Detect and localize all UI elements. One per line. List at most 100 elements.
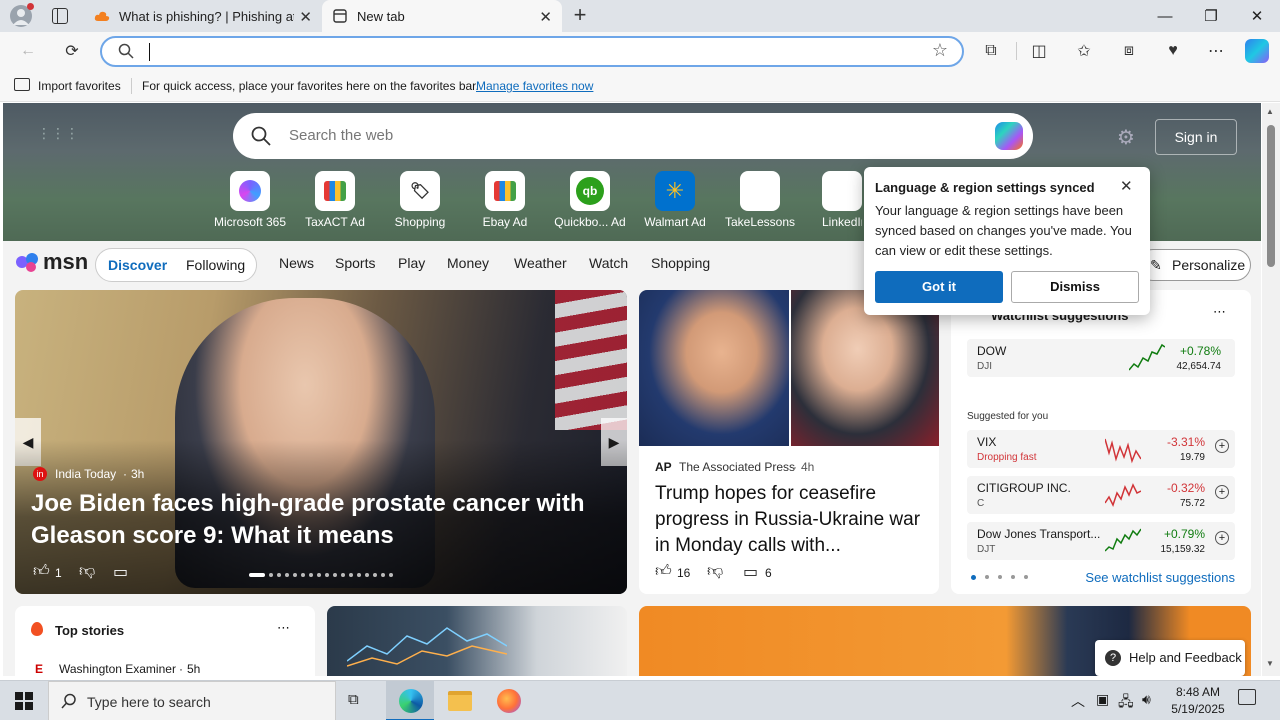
stock-row-featured[interactable]: DOW DJI +0.78% 42,654.74 xyxy=(967,339,1235,377)
more-options-icon[interactable]: ⋯ xyxy=(1213,304,1226,320)
nav-weather[interactable]: Weather xyxy=(514,255,567,271)
nav-shopping[interactable]: Shopping xyxy=(651,255,710,271)
defender-icon[interactable]: ▣ xyxy=(1096,691,1109,708)
stock-change: +0.78% xyxy=(1179,344,1221,358)
tab-new-tab[interactable]: New tab ✕ xyxy=(322,0,562,32)
sign-in-button[interactable]: Sign in xyxy=(1155,119,1237,155)
add-to-watchlist-icon[interactable]: + xyxy=(1215,485,1229,499)
show-hidden-icons[interactable]: ︿ xyxy=(1071,691,1085,711)
tab-following[interactable]: Following xyxy=(186,257,245,273)
edge-taskbar-icon[interactable] xyxy=(386,681,434,720)
comment-icon[interactable]: ▭ xyxy=(743,562,758,582)
ebay-shopping-bag-icon xyxy=(485,171,525,211)
nav-news[interactable]: News xyxy=(279,255,314,271)
back-icon[interactable]: ← xyxy=(16,40,40,62)
refresh-icon[interactable]: ⟳ xyxy=(60,40,84,62)
add-to-watchlist-icon[interactable]: + xyxy=(1215,439,1229,453)
see-watchlist-link[interactable]: See watchlist suggestions xyxy=(1085,570,1235,585)
task-view-icon[interactable]: ⧉ xyxy=(348,691,370,711)
manage-favorites-link[interactable]: Manage favorites now xyxy=(476,79,593,93)
stock-row-citigroup[interactable]: CITIGROUP INC. C -0.32% 75.72 + xyxy=(967,476,1235,514)
watchlist-pager-dots xyxy=(971,575,1028,580)
dismiss-button[interactable]: Dismiss xyxy=(1011,271,1139,303)
quick-link-microsoft365[interactable]: Microsoft 365 xyxy=(207,171,293,229)
extensions-icon[interactable]: ⧉ xyxy=(979,40,1003,62)
help-feedback-button[interactable]: ? Help and Feedback xyxy=(1095,640,1245,676)
linkedin-icon xyxy=(822,171,862,211)
stock-symbol: DJT xyxy=(977,544,996,555)
apps-grid-icon[interactable]: ⋮⋮⋮ xyxy=(37,125,79,142)
story-headline[interactable]: Joe Biden faces high-grade prostate canc… xyxy=(31,488,591,552)
favorites-icon[interactable]: ✩ xyxy=(1072,40,1096,62)
quick-link-ebay[interactable]: Ebay Ad xyxy=(462,171,548,229)
clock-date[interactable]: 5/19/2025 xyxy=(1166,702,1230,716)
quick-link-linkedin[interactable]: LinkedIn xyxy=(802,171,862,229)
taskbar-search[interactable]: Type here to search xyxy=(48,681,336,720)
stock-price: 75.72 xyxy=(1179,498,1205,509)
notifications-icon[interactable] xyxy=(1238,689,1256,705)
nav-money[interactable]: Money xyxy=(447,255,489,271)
quick-link-shopping[interactable]: 🏷 Shopping xyxy=(377,171,463,229)
top-stories-title[interactable]: Top stories xyxy=(55,623,124,638)
nav-sports[interactable]: Sports xyxy=(335,255,375,271)
nav-play[interactable]: Play xyxy=(398,255,425,271)
file-explorer-icon[interactable] xyxy=(448,691,472,711)
clock-time[interactable]: 8:48 AM xyxy=(1172,685,1224,699)
close-popup-icon[interactable]: ✕ xyxy=(1120,177,1133,195)
page-scrollbar[interactable]: ▲ ▼ xyxy=(1262,103,1280,676)
source-logo-icon: in xyxy=(33,467,47,481)
tab-phishing[interactable]: What is phishing? | Phishing atta ✕ xyxy=(84,0,322,32)
restore-icon[interactable]: ❐ xyxy=(1188,0,1234,32)
minimize-icon[interactable]: — xyxy=(1142,0,1188,32)
got-it-button[interactable]: Got it xyxy=(875,271,1003,303)
more-options-icon[interactable]: ⋯ xyxy=(277,620,290,636)
import-favorites-button[interactable]: Import favorites xyxy=(38,79,121,93)
like-icon[interactable]: 👍︎ xyxy=(33,562,50,581)
copilot-icon[interactable] xyxy=(995,122,1023,150)
quick-link-walmart[interactable]: ✳ Walmart Ad xyxy=(632,171,718,229)
scroll-down-icon[interactable]: ▼ xyxy=(1266,659,1274,668)
firefox-icon[interactable] xyxy=(497,689,521,713)
add-to-watchlist-icon[interactable]: + xyxy=(1215,531,1229,545)
copilot-icon[interactable] xyxy=(1245,39,1269,63)
tab-discover[interactable]: Discover xyxy=(108,257,167,273)
scroll-up-icon[interactable]: ▲ xyxy=(1266,107,1274,116)
quick-link-takelessons[interactable]: TakeLessons xyxy=(717,171,803,229)
nav-watch[interactable]: Watch xyxy=(589,255,628,271)
quick-link-quickbooks[interactable]: qb Quickbo... Ad xyxy=(547,171,633,229)
second-story-card[interactable]: AP The Associated Press · 4h Trump hopes… xyxy=(639,290,939,594)
stock-row-vix[interactable]: VIX Dropping fast -3.31% 19.79 + xyxy=(967,430,1235,468)
address-bar[interactable]: ☆ xyxy=(100,36,964,67)
favorites-hint: For quick access, place your favorites h… xyxy=(142,79,479,93)
new-tab-button[interactable]: + xyxy=(568,4,592,28)
comment-icon[interactable]: ▭ xyxy=(113,562,128,582)
scroll-thumb[interactable] xyxy=(1267,125,1275,267)
more-menu-icon[interactable]: ⋯ xyxy=(1204,40,1228,62)
start-button[interactable] xyxy=(0,681,48,720)
quick-link-taxact[interactable]: TaxACT Ad xyxy=(292,171,378,229)
close-tab-icon[interactable]: ✕ xyxy=(539,8,552,26)
split-screen-icon[interactable]: ◫ xyxy=(1027,40,1051,62)
msn-search-box[interactable]: Search the web xyxy=(233,113,1033,159)
stock-row-djt[interactable]: Dow Jones Transport... DJT +0.79% 15,159… xyxy=(967,522,1235,560)
msn-logo[interactable]: msn xyxy=(15,249,88,275)
trading-story-card[interactable] xyxy=(327,606,627,676)
close-tab-icon[interactable]: ✕ xyxy=(299,8,312,26)
import-favorites-icon[interactable] xyxy=(14,78,30,91)
profile-icon[interactable] xyxy=(10,3,34,27)
story-source: The Associated Press xyxy=(679,460,796,474)
dislike-icon[interactable]: 👎︎ xyxy=(79,562,95,581)
collections-icon[interactable]: ⧈ xyxy=(1117,40,1141,62)
close-window-icon[interactable]: ✕ xyxy=(1234,0,1280,32)
network-icon[interactable]: 🖧︎ xyxy=(1118,691,1134,715)
settings-gear-icon[interactable]: ⚙ xyxy=(1117,125,1135,150)
tab-actions-icon[interactable] xyxy=(52,8,68,24)
like-icon[interactable]: 👍︎ xyxy=(655,562,672,581)
story-headline[interactable]: Trump hopes for ceasefire progress in Ru… xyxy=(655,481,927,559)
dislike-icon[interactable]: 👎︎ xyxy=(707,562,723,581)
favorite-star-icon[interactable]: ☆ xyxy=(932,40,948,61)
volume-icon[interactable]: 🔊︎ xyxy=(1142,691,1151,708)
browser-essentials-icon[interactable]: ♥ xyxy=(1161,40,1185,62)
hero-story-card[interactable]: ◀ ▶ in India Today · 3h Joe Biden faces … xyxy=(15,290,627,594)
personalize-button[interactable]: ✎ Personalize xyxy=(1137,249,1251,281)
